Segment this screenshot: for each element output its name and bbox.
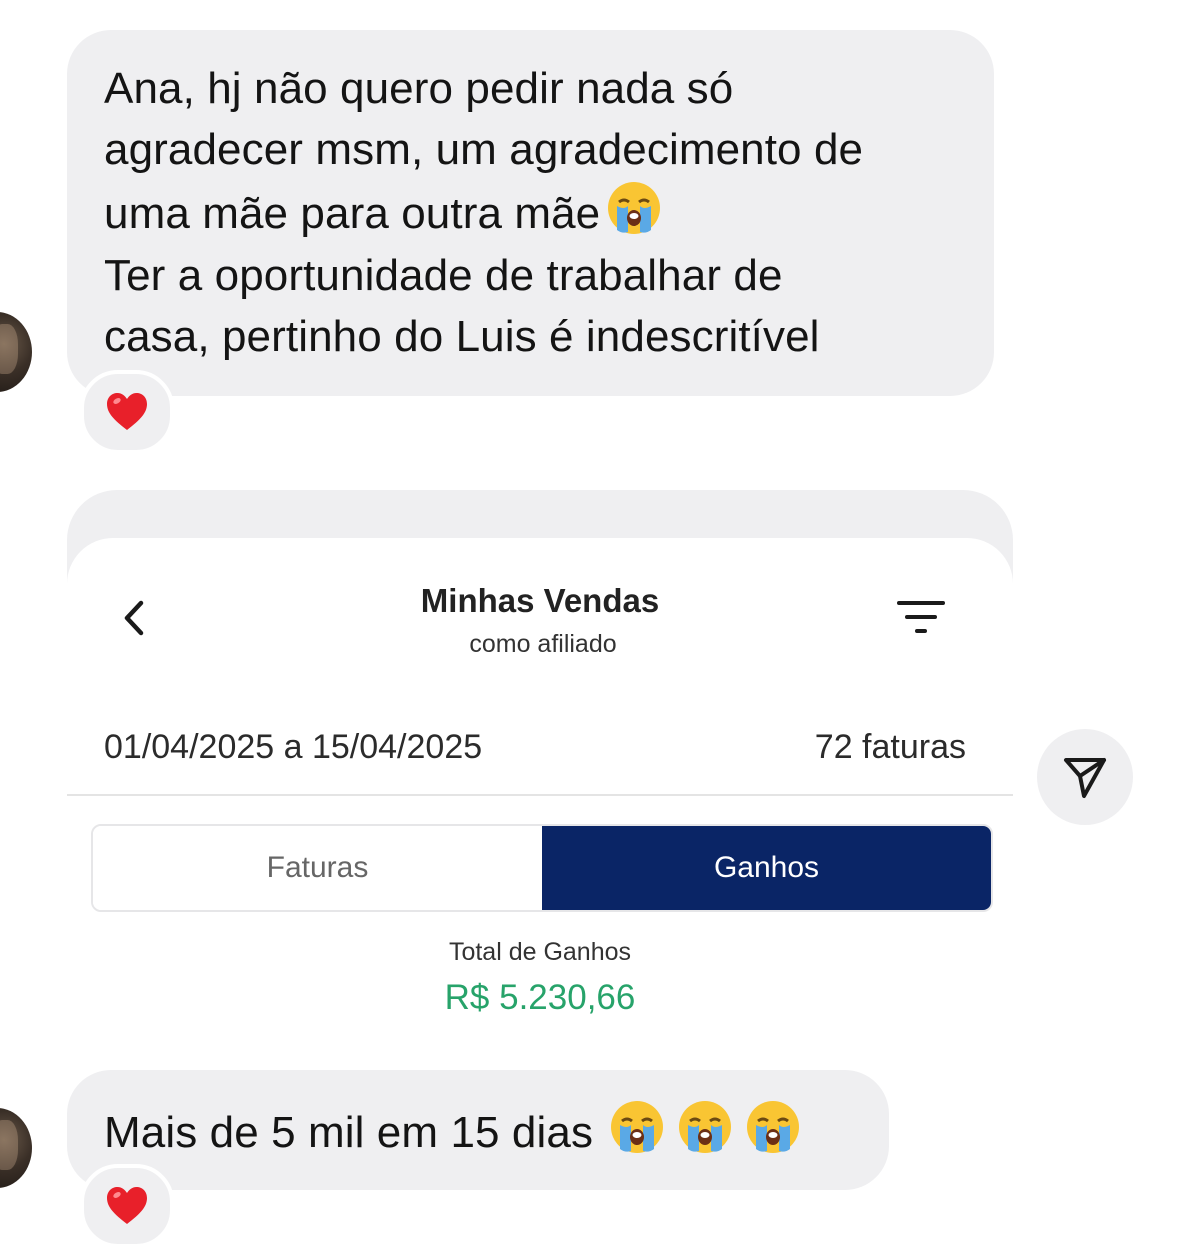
total-earnings-label: Total de Ganhos bbox=[448, 938, 632, 966]
red-heart-icon bbox=[107, 393, 147, 430]
heart-reaction[interactable] bbox=[80, 370, 174, 454]
message-bubble[interactable]: Mais de 5 mil em 15 dias bbox=[67, 1070, 889, 1190]
shared-sales-screenshot[interactable]: Minhas Vendas como afiliado 01/04/2025 a… bbox=[67, 538, 1013, 1038]
loudly-crying-face-icon bbox=[747, 1101, 800, 1153]
loudly-crying-face-icon bbox=[679, 1101, 732, 1153]
red-heart-icon bbox=[107, 1187, 147, 1224]
tab-faturas: Faturas bbox=[93, 826, 542, 910]
share-button[interactable] bbox=[1037, 729, 1133, 825]
segmented-control: Faturas Ganhos bbox=[91, 824, 993, 912]
invoice-count: 72 faturas bbox=[814, 728, 966, 766]
message-line: casa, pertinho do Luis é indescritível bbox=[104, 312, 820, 361]
message-line: uma mãe para outra mãe bbox=[104, 180, 863, 241]
tab-ganhos: Ganhos bbox=[542, 826, 991, 910]
message-line: Ana, hj não quero pedir nada só bbox=[104, 64, 734, 113]
send-icon bbox=[1064, 758, 1106, 798]
message-line: Ter a oportunidade de trabalhar de bbox=[104, 251, 783, 300]
divider bbox=[67, 794, 1013, 796]
message-bubble[interactable]: Ana, hj não quero pedir nada só agradece… bbox=[67, 30, 994, 396]
sender-avatar[interactable] bbox=[0, 312, 32, 392]
loudly-crying-face-icon bbox=[611, 1101, 664, 1153]
message-text: Mais de 5 mil em 15 dias bbox=[104, 1108, 594, 1157]
heart-reaction[interactable] bbox=[80, 1164, 174, 1248]
date-range: 01/04/2025 a 15/04/2025 bbox=[104, 728, 483, 766]
sender-avatar[interactable] bbox=[0, 1108, 32, 1188]
filter-icon bbox=[897, 601, 945, 633]
screen-title: Minhas Vendas bbox=[420, 582, 660, 619]
loudly-crying-face-icon bbox=[608, 182, 661, 234]
message-line: agradecer msm, um agradecimento de bbox=[104, 125, 864, 174]
total-earnings-value: R$ 5.230,66 bbox=[444, 978, 636, 1017]
screen-subtitle: como afiliado bbox=[469, 630, 617, 658]
